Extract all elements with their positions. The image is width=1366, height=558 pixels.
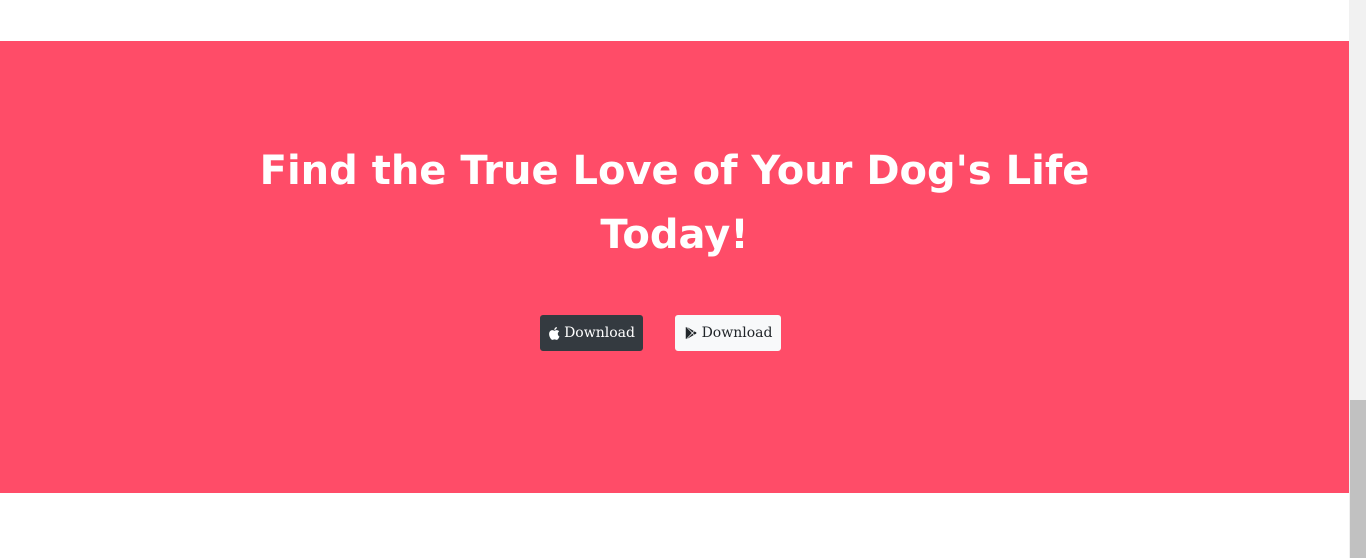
scrollbar-thumb[interactable] xyxy=(1350,400,1366,558)
top-spacer xyxy=(0,0,1349,41)
page: Find the True Love of Your Dog's Life To… xyxy=(0,0,1366,558)
apple-download-button[interactable]: Download xyxy=(540,315,643,351)
google-play-download-button[interactable]: Download xyxy=(675,315,781,351)
download-cta-section: Find the True Love of Your Dog's Life To… xyxy=(0,41,1349,493)
bottom-spacer xyxy=(0,493,1349,558)
google-play-download-label: Download xyxy=(701,325,773,341)
cta-heading-line-2: Today! xyxy=(600,212,749,258)
apple-icon xyxy=(548,326,560,340)
google-play-icon xyxy=(684,326,698,340)
cta-heading: Find the True Love of Your Dog's Life To… xyxy=(0,139,1349,267)
cta-heading-line-1: Find the True Love of Your Dog's Life xyxy=(259,148,1090,194)
apple-download-label: Download xyxy=(564,325,635,341)
